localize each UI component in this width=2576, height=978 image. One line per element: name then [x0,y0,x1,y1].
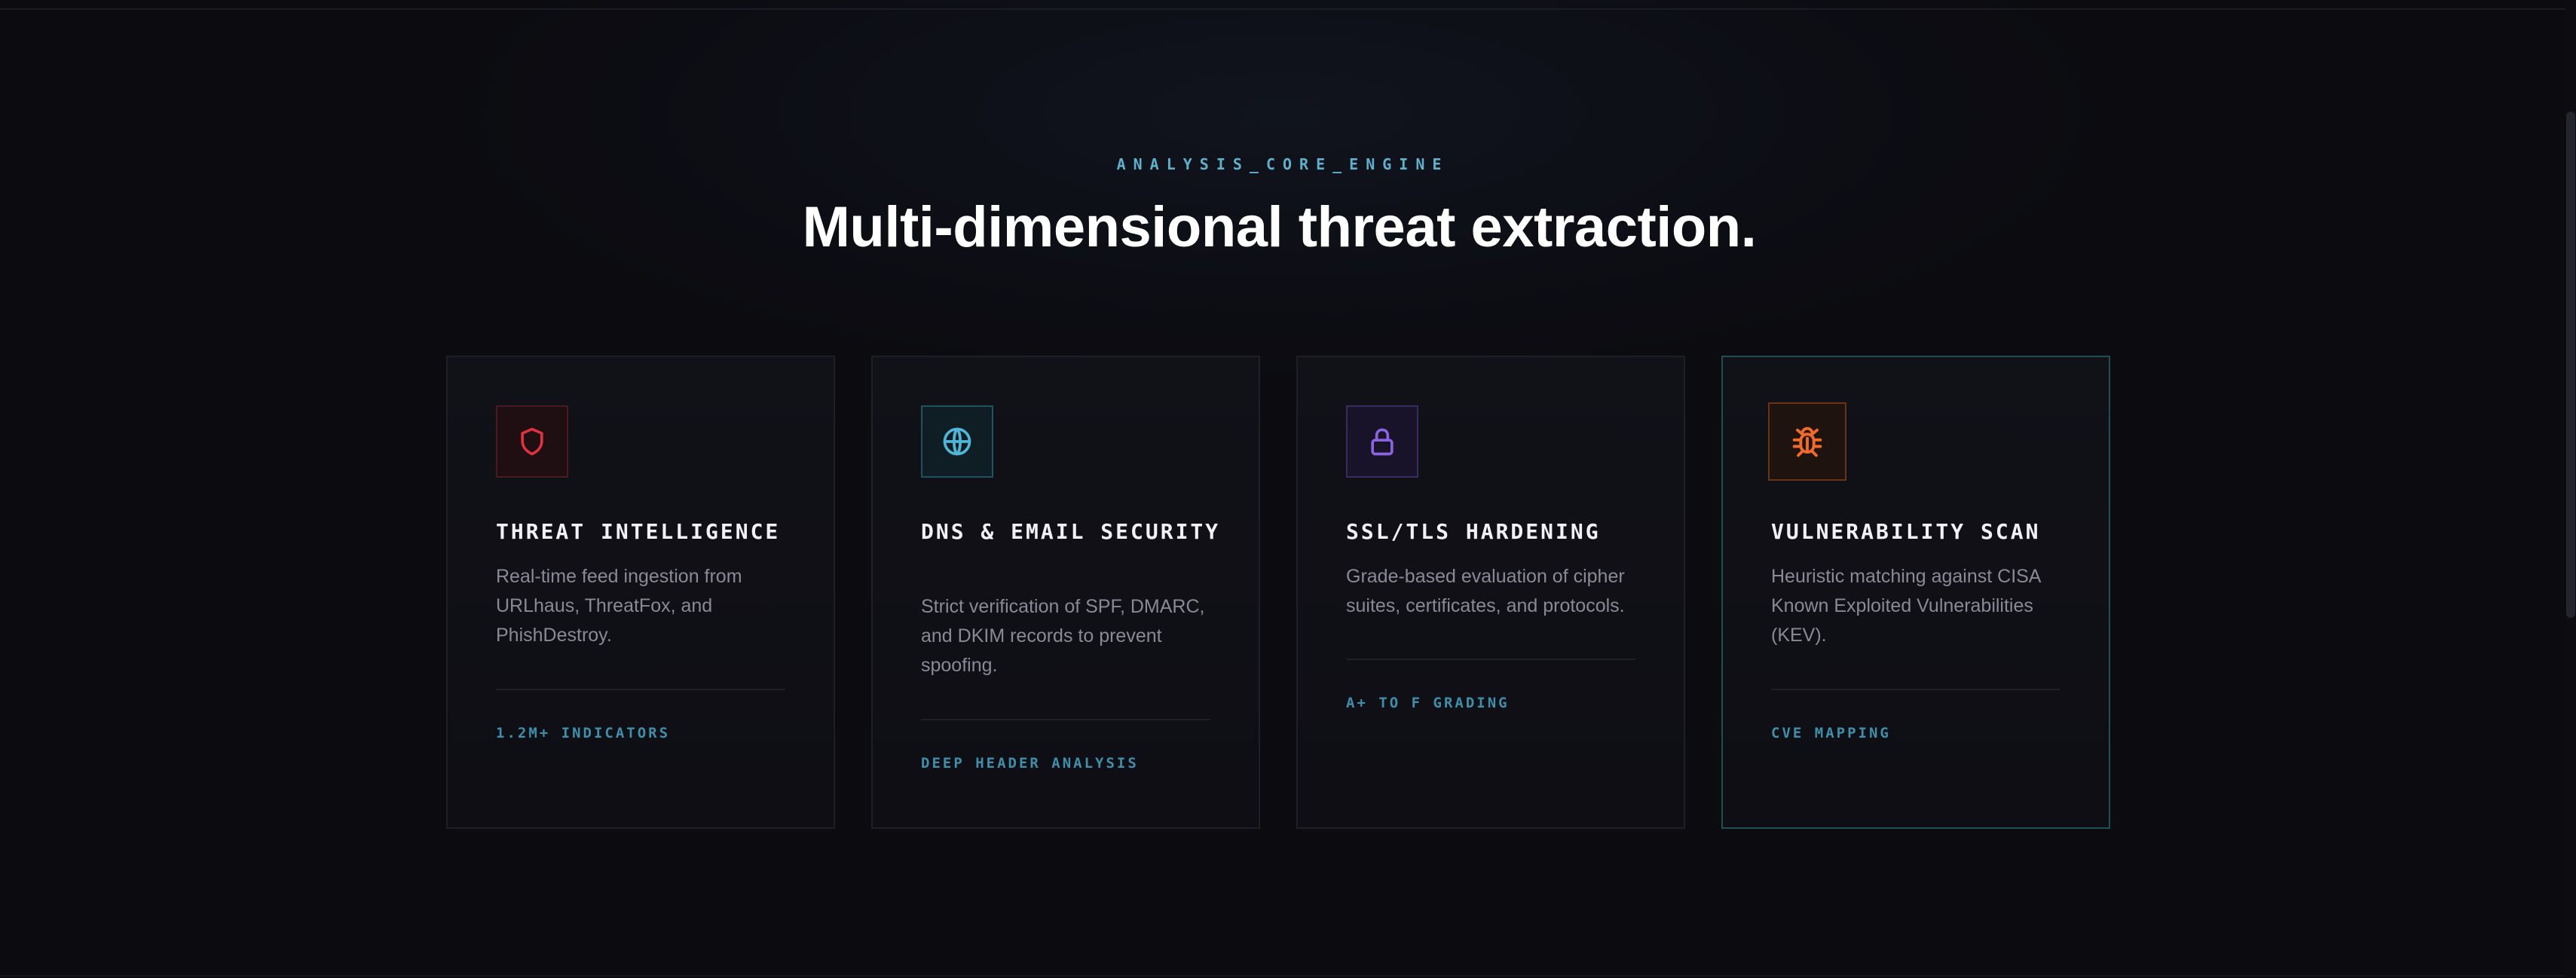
card-divider [1346,659,1635,660]
page: ANALYSIS_CORE_ENGINE Multi-dimensional t… [0,0,2576,978]
feature-card-dns-email-security: DNS & EMAIL SECURITY Strict verification… [871,356,1260,829]
scrollbar-track[interactable] [2565,0,2576,978]
feature-card-threat-intelligence: THREAT INTELLIGENCE Real-time feed inges… [446,356,835,829]
card-tag: A+ TO F GRADING [1346,695,1510,711]
card-divider [1771,689,2060,690]
card-title: VULNERABILITY SCAN [1771,519,2041,544]
feature-card-ssl-tls-hardening: SSL/TLS HARDENING Grade-based evaluation… [1296,356,1685,829]
card-tag: 1.2M+ INDICATORS [496,725,671,741]
bottom-divider [0,975,2576,976]
section-eyebrow: ANALYSIS_CORE_ENGINE [1116,155,1449,173]
card-description: Real-time feed ingestion from URLhaus, T… [496,566,742,646]
card-tag: DEEP HEADER ANALYSIS [921,755,1139,772]
card-title: THREAT INTELLIGENCE [496,519,781,544]
scrollbar-thumb[interactable] [2566,112,2575,618]
globe-icon [921,405,993,478]
feature-card-grid: THREAT INTELLIGENCE Real-time feed inges… [446,356,2112,830]
section-headline: Multi-dimensional threat extraction. [802,195,1757,259]
bug-icon [1768,402,1846,481]
shield-icon [496,405,568,478]
feature-card-vulnerability-scan: VULNERABILITY SCAN Heuristic matching ag… [1721,356,2110,829]
card-description: Grade-based evaluation of cipher suites,… [1346,566,1625,616]
card-description: Heuristic matching against CISA Known Ex… [1771,566,2041,646]
card-tag: CVE MAPPING [1771,725,1891,741]
card-title: SSL/TLS HARDENING [1346,519,1601,544]
card-description: Strict verification of SPF, DMARC, and D… [921,596,1205,676]
lock-icon [1346,405,1418,478]
card-divider [496,689,785,690]
card-title: DNS & EMAIL SECURITY [921,519,1221,544]
top-divider [0,8,2576,10]
card-divider [921,719,1210,720]
